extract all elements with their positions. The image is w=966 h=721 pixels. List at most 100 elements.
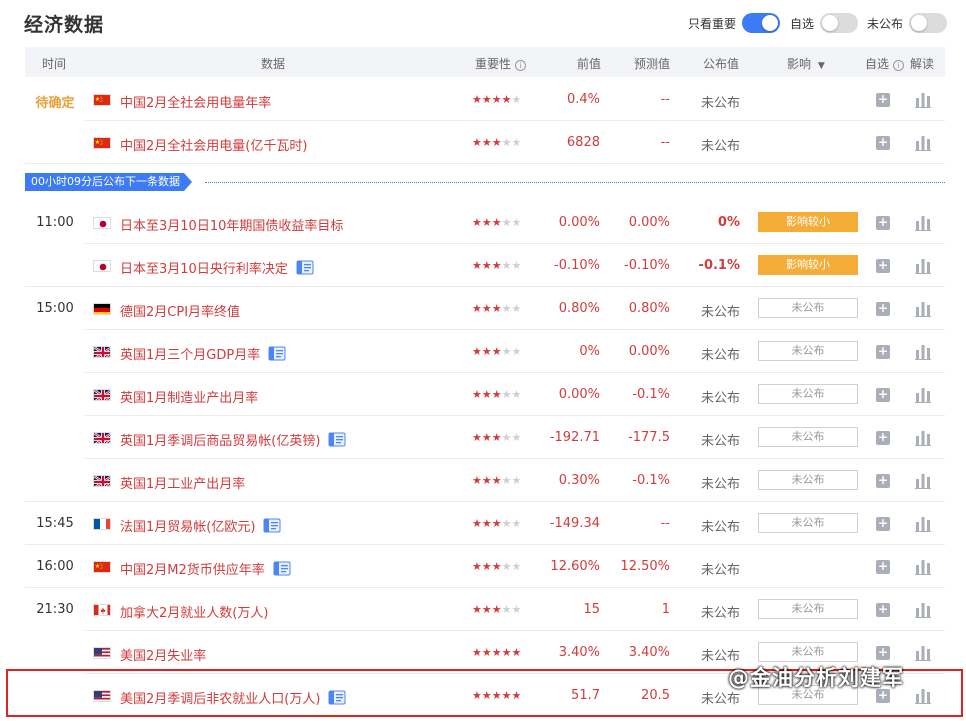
- indicator-name[interactable]: 英国1月三个月GDP月率: [120, 344, 286, 363]
- flag-us-icon: [93, 647, 111, 659]
- chart-icon[interactable]: [915, 135, 931, 151]
- indicator-name[interactable]: 英国1月制造业产出月率: [120, 387, 258, 406]
- importance-stars: ★★★★★: [472, 431, 522, 444]
- indicator-name[interactable]: 中国2月M2货币供应年率: [120, 559, 291, 578]
- add-watchlist-icon[interactable]: +: [876, 259, 890, 273]
- table-row: 英国1月工业产出月率 ★★★★★ 0.30% -0.1% 未公布 未公布 +: [25, 459, 945, 502]
- table-row: 11:00 日本至3月10日10年期国债收益率目标 ★★★★★ 0.00% 0.…: [25, 201, 945, 244]
- info-icon[interactable]: i: [514, 60, 526, 71]
- chart-icon[interactable]: [915, 215, 931, 231]
- release-time: 16:00: [36, 559, 74, 574]
- actual-value: 未公布: [700, 348, 740, 363]
- toggle-watchlist[interactable]: 自选: [790, 13, 859, 33]
- impact-badge: 未公布: [758, 470, 858, 490]
- important-only-switch[interactable]: [742, 13, 781, 33]
- info-icon[interactable]: i: [892, 60, 904, 71]
- report-icon[interactable]: [268, 346, 286, 361]
- forecast-value: 3.40%: [628, 645, 670, 660]
- watchlist-switch[interactable]: [820, 13, 859, 33]
- add-watchlist-icon[interactable]: +: [876, 431, 890, 445]
- table-row: 日本至3月10日央行利率决定 ★★★★★ -0.10% -0.10% -0.1%…: [25, 244, 945, 287]
- indicator-name[interactable]: 中国2月全社会用电量年率: [120, 92, 271, 111]
- release-time: 15:00: [36, 301, 74, 316]
- importance-stars: ★★★★★: [472, 388, 522, 401]
- indicator-name[interactable]: 中国2月全社会用电量(亿千瓦时): [120, 135, 307, 154]
- toggle-important-only[interactable]: 只看重要: [688, 13, 781, 33]
- col-impact[interactable]: 影响 ▼: [787, 55, 825, 72]
- indicator-name[interactable]: 美国2月失业率: [120, 645, 206, 664]
- indicator-name[interactable]: 日本至3月10日央行利率决定: [120, 258, 314, 277]
- previous-value: 0.80%: [558, 301, 600, 316]
- actual-value: 未公布: [700, 606, 740, 621]
- chart-icon[interactable]: [915, 516, 931, 532]
- forecast-value: -177.5: [628, 430, 670, 445]
- flag-uk-icon: [93, 346, 111, 358]
- add-watchlist-icon[interactable]: +: [876, 517, 890, 531]
- add-watchlist-icon[interactable]: +: [876, 136, 890, 150]
- add-watchlist-icon[interactable]: +: [876, 474, 890, 488]
- chart-icon[interactable]: [915, 473, 931, 489]
- col-previous: 前值: [577, 57, 602, 71]
- chart-icon[interactable]: [915, 602, 931, 618]
- chart-icon[interactable]: [915, 301, 931, 317]
- importance-stars: ★★★★★: [472, 603, 522, 616]
- forecast-value: -0.1%: [632, 387, 670, 402]
- actual-value: 未公布: [700, 391, 740, 406]
- indicator-name[interactable]: 英国1月季调后商品贸易帐(亿英镑): [120, 430, 346, 449]
- table-row: 21:30 加拿大2月就业人数(万人) ★★★★★ 15 1 未公布 未公布 +: [25, 588, 945, 631]
- chart-icon[interactable]: [915, 92, 931, 108]
- add-watchlist-icon[interactable]: +: [876, 646, 890, 660]
- col-data: 数据: [261, 57, 286, 71]
- chart-icon[interactable]: [915, 559, 931, 575]
- chart-icon[interactable]: [915, 344, 931, 360]
- chart-icon[interactable]: [915, 258, 931, 274]
- release-time: 21:30: [36, 602, 74, 617]
- add-watchlist-icon[interactable]: +: [876, 93, 890, 107]
- flag-fr-icon: [93, 518, 111, 530]
- importance-stars: ★★★★★: [472, 216, 522, 229]
- forecast-value: -0.10%: [624, 258, 670, 273]
- add-watchlist-icon[interactable]: +: [876, 560, 890, 574]
- previous-value: -0.10%: [554, 258, 600, 273]
- report-icon[interactable]: [296, 260, 314, 275]
- actual-value: -0.1%: [698, 258, 740, 273]
- row-divider: [25, 163, 945, 164]
- release-time: 15:45: [36, 516, 74, 531]
- importance-stars: ★★★★★: [472, 302, 522, 315]
- chart-icon[interactable]: [915, 645, 931, 661]
- toggle-unpublished[interactable]: 未公布: [867, 13, 948, 33]
- indicator-name[interactable]: 德国2月CPI月率终值: [120, 301, 240, 320]
- table-row: 待确定 中国2月全社会用电量年率 ★★★★★ 0.4% -- 未公布 +: [25, 78, 945, 121]
- page-title: 经济数据: [24, 14, 105, 36]
- impact-badge: 未公布: [758, 427, 858, 447]
- report-icon[interactable]: [263, 518, 281, 533]
- watermark: @金油分析刘建军: [728, 666, 904, 690]
- table-row: 中国2月全社会用电量(亿千瓦时) ★★★★★ 6828 -- 未公布 +: [25, 121, 945, 164]
- add-watchlist-icon[interactable]: +: [876, 345, 890, 359]
- toggle-label: 自选: [790, 16, 815, 31]
- chart-icon[interactable]: [915, 387, 931, 403]
- indicator-name[interactable]: 法国1月贸易帐(亿欧元): [120, 516, 281, 535]
- add-watchlist-icon[interactable]: +: [876, 603, 890, 617]
- importance-stars: ★★★★★: [472, 517, 522, 530]
- indicator-name[interactable]: 加拿大2月就业人数(万人): [120, 602, 268, 621]
- indicator-name[interactable]: 英国1月工业产出月率: [120, 473, 245, 492]
- previous-value: 6828: [566, 135, 600, 150]
- forecast-value: 0.00%: [628, 215, 670, 230]
- toggle-label: 只看重要: [688, 16, 737, 31]
- flag-de-icon: [93, 303, 111, 315]
- chart-icon[interactable]: [915, 430, 931, 446]
- forecast-value: 1: [661, 602, 670, 617]
- impact-badge: 未公布: [758, 341, 858, 361]
- add-watchlist-icon[interactable]: +: [876, 388, 890, 402]
- forecast-value: 0.00%: [628, 344, 670, 359]
- unpublished-switch[interactable]: [909, 13, 948, 33]
- report-icon[interactable]: [273, 561, 291, 576]
- indicator-name[interactable]: 日本至3月10日10年期国债收益率目标: [120, 215, 343, 234]
- report-icon[interactable]: [328, 432, 346, 447]
- impact-badge: 影响较小: [758, 212, 858, 232]
- flag-uk-icon: [93, 432, 111, 444]
- importance-stars: ★★★★★: [472, 560, 522, 573]
- add-watchlist-icon[interactable]: +: [876, 216, 890, 230]
- add-watchlist-icon[interactable]: +: [876, 302, 890, 316]
